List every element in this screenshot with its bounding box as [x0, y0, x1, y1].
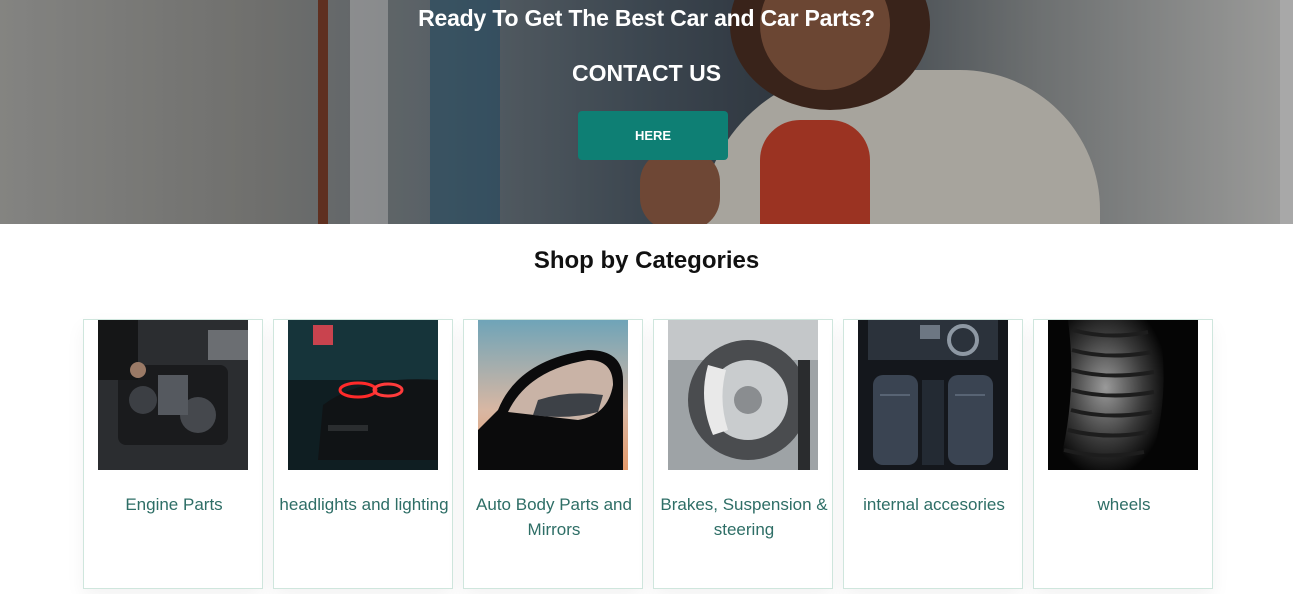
category-card-headlights[interactable]: headlights and lighting: [273, 319, 453, 589]
brake-image[interactable]: [668, 320, 818, 470]
category-label: wheels: [1097, 495, 1151, 514]
category-label: Auto Body Parts and Mirrors: [476, 495, 632, 539]
category-label: Engine Parts: [125, 495, 223, 514]
category-card-internal-accessories[interactable]: internal accesories: [843, 319, 1023, 589]
category-card-brakes-suspension[interactable]: Brakes, Suspension & steering: [653, 319, 833, 589]
interior-image[interactable]: [858, 320, 1008, 470]
mirror-image[interactable]: [478, 320, 628, 470]
hero-title: Ready To Get The Best Car and Car Parts?: [418, 5, 875, 31]
engine-image[interactable]: [98, 320, 248, 470]
tire-image[interactable]: [1048, 320, 1198, 470]
category-card-engine-parts[interactable]: Engine Parts: [83, 319, 263, 589]
categories-title: Shop by Categories: [533, 247, 760, 274]
category-label: internal accesories: [863, 495, 1005, 514]
headlight-image[interactable]: [288, 320, 438, 470]
hero-banner: Ready To Get The Best Car and Car Parts?…: [0, 0, 1293, 224]
hero-subtitle: CONTACT US: [571, 60, 722, 86]
contact-here-button[interactable]: HERE: [578, 111, 728, 160]
category-card-auto-body-mirrors[interactable]: Auto Body Parts and Mirrors: [463, 319, 643, 589]
category-card-wheels[interactable]: wheels: [1033, 319, 1213, 589]
category-label: headlights and lighting: [279, 495, 449, 514]
category-label: Brakes, Suspension & steering: [660, 495, 828, 539]
